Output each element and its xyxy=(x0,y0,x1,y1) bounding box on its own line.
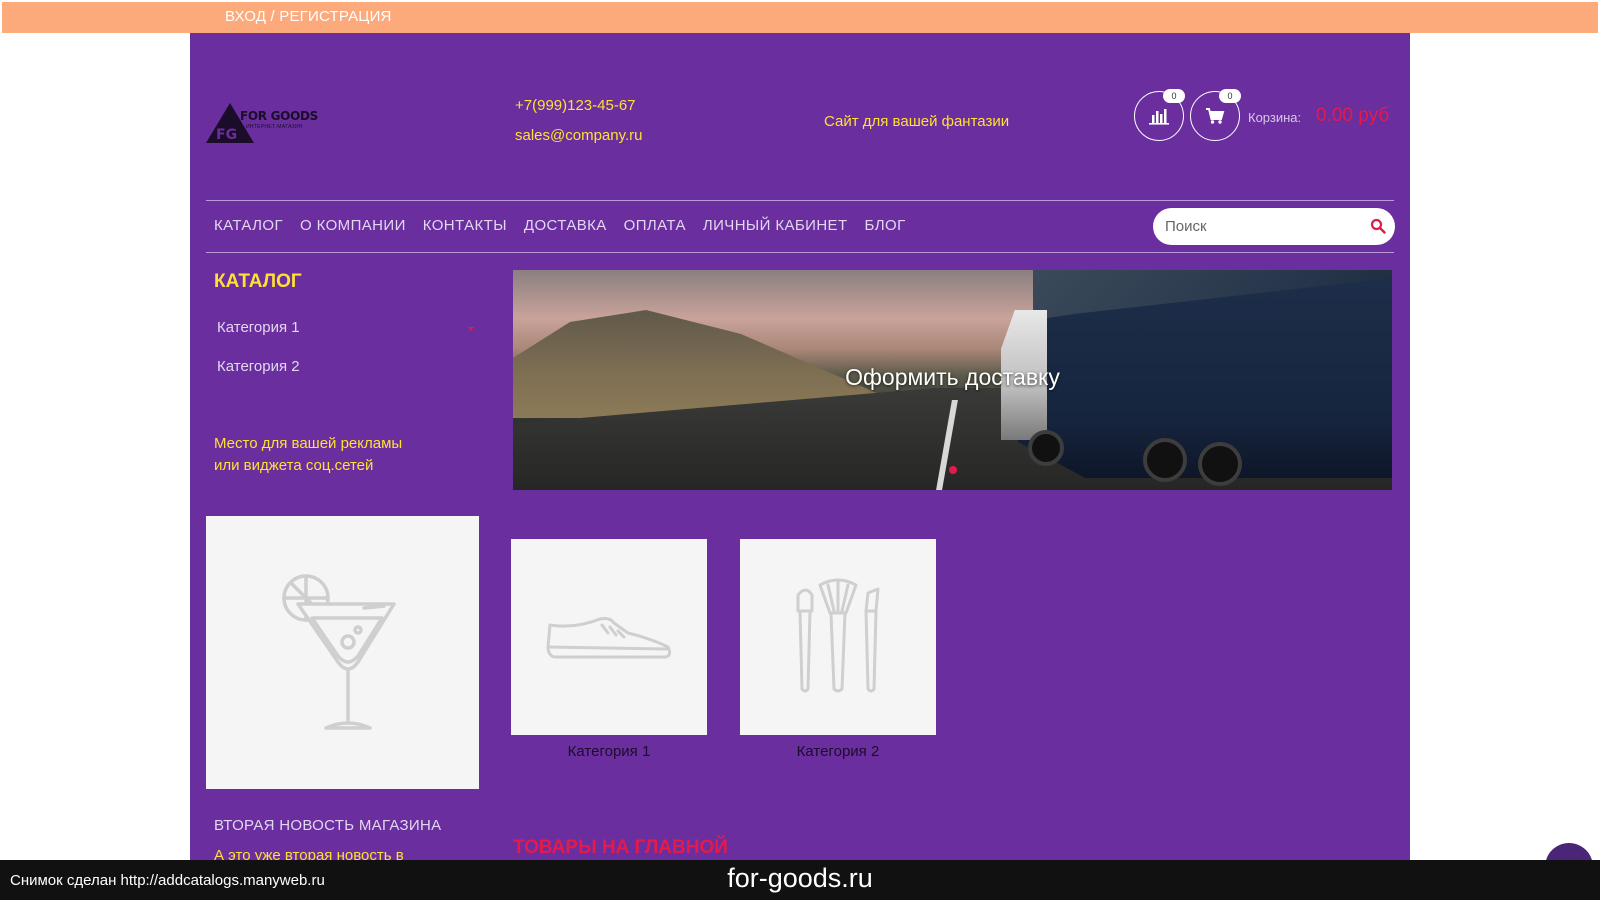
compare-count-badge: 0 xyxy=(1163,89,1185,103)
nav-item-about[interactable]: О КОМПАНИИ xyxy=(300,217,406,234)
page-container: FG FOR GOODS ИНТЕРНЕТ-МАГАЗИН +7(999)123… xyxy=(190,33,1410,861)
cart-label: Корзина: xyxy=(1248,110,1302,125)
phone-link[interactable]: +7(999)123-45-67 xyxy=(515,97,636,114)
cart-count-badge: 0 xyxy=(1219,89,1241,103)
banner-wheel xyxy=(1198,442,1242,486)
nav-item-account[interactable]: ЛИЧНЫЙ КАБИНЕТ xyxy=(703,217,848,234)
cart-icon xyxy=(1206,108,1225,124)
nav-item-payment[interactable]: ОПЛАТА xyxy=(624,217,686,234)
search-box xyxy=(1153,208,1395,245)
compare-button[interactable]: 0 xyxy=(1134,89,1185,141)
sidebar-catalog-title: КАТАЛОГ xyxy=(214,271,302,292)
logo-mark: FG xyxy=(216,127,238,143)
site-logo[interactable]: FG FOR GOODS ИНТЕРНЕТ-МАГАЗИН xyxy=(206,81,326,201)
ad-placeholder: Место для вашей рекламы или виджета соц.… xyxy=(214,433,474,477)
cart-button[interactable]: 0 xyxy=(1190,89,1241,141)
news-excerpt: А это уже вторая новость в xyxy=(214,847,404,861)
top-bar: ВХОД / РЕГИСТРАЦИЯ xyxy=(2,2,1598,33)
category-label-2[interactable]: Категория 2 xyxy=(740,743,936,760)
category-card-2[interactable] xyxy=(740,539,936,735)
banner-caption[interactable]: Оформить доставку xyxy=(513,364,1392,391)
sidebar-item-category-2[interactable]: Категория 2 xyxy=(217,358,300,375)
promo-card[interactable] xyxy=(206,516,479,789)
featured-products-title: ТОВАРЫ НА ГЛАВНОЙ xyxy=(513,837,728,858)
news-title[interactable]: ВТОРАЯ НОВОСТЬ МАГАЗИНА xyxy=(214,817,441,834)
email-link[interactable]: sales@company.ru xyxy=(515,127,643,144)
logo-name: FOR GOODS xyxy=(240,109,318,123)
sneaker-icon xyxy=(546,617,672,659)
login-register-link[interactable]: ВХОД / РЕГИСТРАЦИЯ xyxy=(225,8,392,25)
site-slogan: Сайт для вашей фантазии xyxy=(824,113,1010,130)
nav-item-contacts[interactable]: КОНТАКТЫ xyxy=(423,217,507,234)
caption-site: for-goods.ru xyxy=(727,863,873,893)
ad-line-2: или виджета соц.сетей xyxy=(214,457,374,474)
bar-chart-icon xyxy=(1149,109,1169,125)
logo-subtitle: ИНТЕРНЕТ-МАГАЗИН xyxy=(246,124,303,130)
banner-wheel xyxy=(1143,438,1187,482)
banner-wheel xyxy=(1028,430,1064,466)
nav-item-catalog[interactable]: КАТАЛОГ xyxy=(214,217,283,234)
category-label-1[interactable]: Категория 1 xyxy=(511,743,707,760)
nav-item-delivery[interactable]: ДОСТАВКА xyxy=(524,217,607,234)
hero-banner[interactable]: Оформить доставку xyxy=(513,270,1392,490)
header-divider xyxy=(206,200,1394,201)
screenshot-caption-bar: Снимок сделан http://addcatalogs.manyweb… xyxy=(0,860,1600,900)
ad-line-1: Место для вашей рекламы xyxy=(214,435,403,452)
search-icon[interactable] xyxy=(1370,218,1386,234)
nav-divider xyxy=(206,252,1394,253)
nav-item-blog[interactable]: БЛОГ xyxy=(865,217,906,234)
category-card-1[interactable] xyxy=(511,539,707,735)
cart-total[interactable]: 0.00 руб xyxy=(1316,105,1389,127)
chevron-down-icon[interactable] xyxy=(468,327,474,331)
main-nav: КАТАЛОГ О КОМПАНИИ КОНТАКТЫ ДОСТАВКА ОПЛ… xyxy=(214,217,906,234)
sidebar-item-category-1[interactable]: Категория 1 xyxy=(217,319,300,336)
carousel-dot[interactable] xyxy=(949,466,957,474)
search-input[interactable] xyxy=(1165,208,1365,245)
cocktail-icon xyxy=(281,573,396,730)
makeup-brushes-icon xyxy=(796,578,880,693)
